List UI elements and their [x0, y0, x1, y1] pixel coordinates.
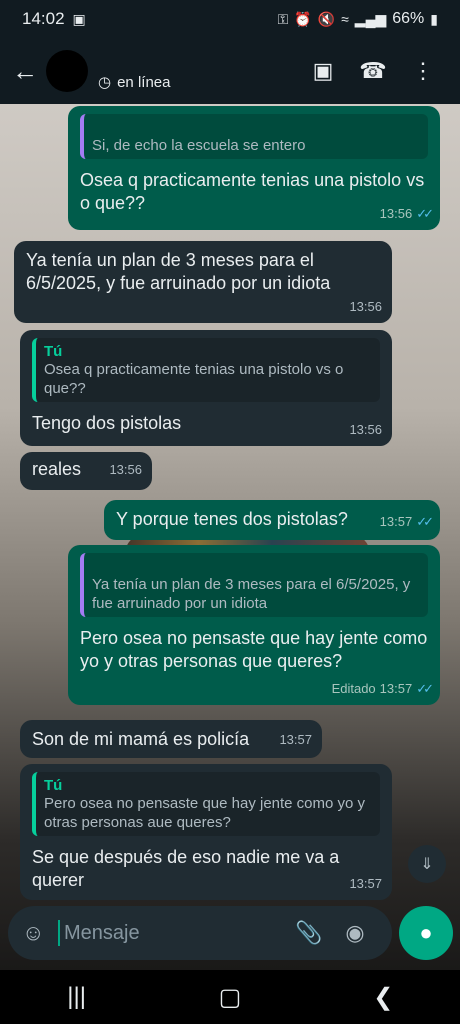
message-meta: 13:56 [109, 458, 142, 481]
read-receipt-icon: ✓✓ [416, 514, 434, 529]
sticker-icon[interactable]: ☺ [22, 920, 58, 946]
contact-status: ◷ en línea [98, 73, 298, 92]
recents-icon[interactable]: ||| [47, 983, 107, 1011]
quoted-message[interactable]: Ya tenía un plan de 3 meses para el 6/5/… [80, 553, 428, 617]
alarm-icon: ⏰ [294, 10, 312, 27]
contact-name [98, 51, 298, 73]
mute-icon: 🔇 [317, 10, 336, 27]
read-receipt-icon: ✓✓ [416, 206, 434, 221]
message-bubble[interactable]: Si, de echo la escuela se entero Osea q … [68, 106, 440, 230]
message-time: 13:57 [379, 514, 413, 529]
microphone-icon: ● [419, 920, 433, 945]
phone-call-icon[interactable]: ☎ [348, 58, 398, 84]
chevrons-down-icon: ⇓ [420, 856, 434, 873]
message-time: 13:56 [379, 206, 413, 221]
gallery-notification-icon: ▣ [72, 10, 86, 27]
message-meta: 13:57 [349, 872, 382, 895]
quote-text: Ya tenía un plan de 3 meses para el 6/5/… [92, 576, 411, 612]
back-nav-icon[interactable]: ❮ [353, 983, 413, 1012]
message-bubble[interactable]: Tú Pero osea no pensaste que hay jente c… [20, 764, 392, 900]
quote-text: Pero osea no pensaste que hay jente como… [44, 795, 366, 831]
message-text: Osea q practicamente tenias una pistolo … [80, 170, 425, 213]
quoted-message[interactable]: Si, de echo la escuela se entero [80, 114, 428, 159]
message-time: 13:56 [109, 462, 142, 477]
contact-info[interactable]: ◷ en línea [98, 51, 298, 92]
more-options-icon[interactable]: ⋮ [398, 58, 448, 84]
message-text: Tengo dos pistolas [32, 413, 182, 433]
camera-icon[interactable]: ◉ [332, 920, 378, 946]
quote-author [92, 557, 420, 575]
message-time: 13:57 [379, 681, 413, 696]
signal-icon: ▂▄▆ [354, 10, 387, 27]
voice-message-button[interactable]: ● [399, 906, 453, 960]
message-text: Se que después de eso nadie me va a quer… [32, 847, 340, 890]
back-arrow-icon[interactable]: ← [12, 56, 46, 87]
message-time: 13:57 [349, 876, 382, 891]
quote-author: Tú [44, 777, 63, 794]
timer-icon: ◷ [98, 74, 112, 91]
key-icon: ⚿ [277, 10, 289, 27]
system-nav-bar: ||| ▢ ❮ [0, 970, 460, 1024]
message-meta: 13:56 ✓✓ [379, 202, 434, 225]
message-text: Son de mi mamá es policía [32, 729, 250, 749]
avatar[interactable] [46, 50, 88, 92]
message-text: Ya tenía un plan de 3 meses para el 6/5/… [26, 250, 331, 293]
message-bubble[interactable]: reales 13:56 [20, 452, 152, 490]
quoted-message[interactable]: Tú Osea q practicamente tenias una pisto… [32, 338, 380, 402]
message-composer: ☺ Mensaje 📎 ◉ [8, 906, 392, 960]
message-text: Pero osea no pensaste que hay jente como… [80, 628, 428, 671]
attach-icon[interactable]: 📎 [286, 920, 332, 946]
text-caret [58, 920, 60, 946]
message-time: 13:56 [349, 299, 382, 314]
quote-text: Osea q practicamente tenias una pistolo … [44, 361, 344, 397]
battery-icon: ▮ [430, 10, 438, 27]
message-bubble[interactable]: Y porque tenes dos pistolas? 13:57 ✓✓ [104, 500, 440, 540]
video-call-icon[interactable]: ▣ [298, 58, 348, 84]
message-meta: Editado 13:57 ✓✓ [331, 677, 434, 700]
message-bubble[interactable]: Ya tenía un plan de 3 meses para el 6/5/… [14, 241, 392, 323]
status-bar: 14:02 ▣ ⚿ ⏰ 🔇 ≈ ▂▄▆ 66% ▮ [0, 0, 460, 38]
wifi-icon: ≈ [341, 11, 349, 27]
quoted-message[interactable]: Tú Pero osea no pensaste que hay jente c… [32, 772, 380, 836]
scroll-to-bottom-button[interactable]: ⇓ [408, 845, 446, 883]
read-receipt-icon: ✓✓ [416, 681, 434, 696]
message-bubble[interactable]: Ya tenía un plan de 3 meses para el 6/5/… [68, 545, 440, 705]
home-icon[interactable]: ▢ [200, 983, 260, 1012]
message-bubble[interactable]: Son de mi mamá es policía 13:57 [20, 720, 322, 758]
quote-text: Si, de echo la escuela se entero [92, 137, 306, 154]
online-status: en línea [117, 73, 171, 91]
battery-percent: 66% [392, 10, 425, 27]
message-time: 13:56 [349, 422, 382, 437]
message-meta: 13:56 [349, 418, 382, 441]
message-meta: 13:56 [349, 295, 382, 318]
edited-label: Editado [331, 681, 376, 696]
quote-author [92, 118, 420, 136]
message-input[interactable]: Mensaje [64, 922, 286, 945]
message-meta: 13:57 ✓✓ [379, 510, 434, 533]
quote-author: Tú [44, 343, 63, 360]
message-time: 13:57 [279, 732, 312, 747]
status-time: 14:02 [22, 9, 65, 28]
message-bubble[interactable]: Tú Osea q practicamente tenias una pisto… [20, 330, 392, 446]
message-meta: 13:57 [279, 728, 312, 751]
chat-header: ← ◷ en línea ▣ ☎ ⋮ [0, 38, 460, 104]
